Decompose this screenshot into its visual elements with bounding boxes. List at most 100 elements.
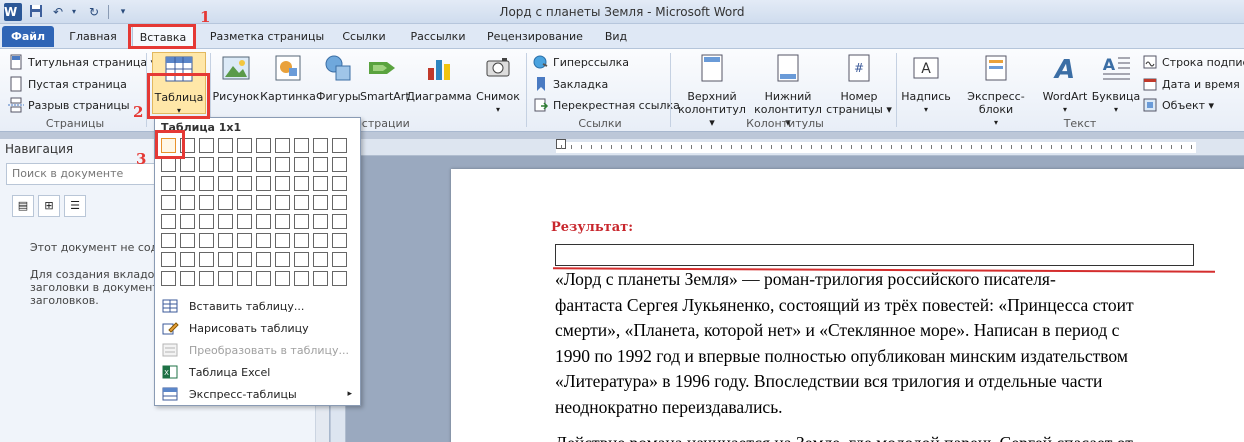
table-grid-cell[interactable]: [313, 138, 328, 153]
table-grid-cell[interactable]: [332, 252, 347, 267]
quick-parts-button[interactable]: Экспресс-блоки ▾: [952, 52, 1040, 127]
textbox-button[interactable]: A Надпись ▾: [900, 52, 952, 114]
table-grid-cell[interactable]: [161, 195, 176, 210]
table-grid-cell[interactable]: [180, 176, 195, 191]
clipart-button[interactable]: Картинка: [260, 52, 316, 114]
table-grid-cell[interactable]: [275, 176, 290, 191]
table-grid-cell[interactable]: [275, 233, 290, 248]
cross-reference-button[interactable]: Перекрестная ссылка: [533, 95, 680, 115]
table-grid-cell[interactable]: [313, 271, 328, 286]
tab-view[interactable]: Вид: [594, 26, 638, 47]
pages-tab-icon[interactable]: ⊞: [38, 195, 60, 217]
table-grid-cell[interactable]: [256, 176, 271, 191]
table-grid-cell[interactable]: [313, 176, 328, 191]
chart-button[interactable]: Диаграмма: [406, 52, 472, 114]
table-grid-cell[interactable]: [237, 233, 252, 248]
table-grid-cell[interactable]: [256, 138, 271, 153]
table-grid-cell[interactable]: [218, 271, 233, 286]
table-grid-cell[interactable]: [199, 233, 214, 248]
table-grid-cell[interactable]: [294, 214, 309, 229]
table-grid-cell[interactable]: [332, 176, 347, 191]
table-grid-cell[interactable]: [294, 271, 309, 286]
cover-page-button[interactable]: Титульная страница ▾: [8, 52, 156, 72]
table-grid-cell[interactable]: [180, 271, 195, 286]
table-grid-cell[interactable]: [237, 157, 252, 172]
horizontal-ruler[interactable]: [331, 139, 1244, 156]
table-grid-cell[interactable]: [294, 195, 309, 210]
table-grid-cell[interactable]: [256, 157, 271, 172]
table-grid-cell[interactable]: [313, 233, 328, 248]
hyperlink-button[interactable]: Гиперссылка: [533, 52, 629, 72]
table-grid-cell[interactable]: [256, 252, 271, 267]
results-tab-icon[interactable]: ☰: [64, 195, 86, 217]
table-grid-cell[interactable]: [237, 138, 252, 153]
table-grid-cell[interactable]: [218, 252, 233, 267]
table-grid-cell[interactable]: [218, 214, 233, 229]
table-grid-cell[interactable]: [275, 195, 290, 210]
table-grid-cell[interactable]: [256, 233, 271, 248]
table-grid-cell[interactable]: [199, 138, 214, 153]
table-grid-cell[interactable]: [294, 138, 309, 153]
table-grid-cell[interactable]: [332, 214, 347, 229]
table-grid-cell[interactable]: [237, 271, 252, 286]
table-grid-cell[interactable]: [313, 157, 328, 172]
table-grid-cell[interactable]: [313, 195, 328, 210]
bookmark-button[interactable]: Закладка: [533, 74, 608, 94]
page-break-button[interactable]: Разрыв страницы: [8, 95, 130, 115]
table-grid-cell[interactable]: [313, 214, 328, 229]
blank-page-button[interactable]: Пустая страница: [8, 74, 127, 94]
table-grid-cell[interactable]: [218, 138, 233, 153]
quick-tables-item[interactable]: Экспресс-таблицы ▸: [155, 383, 360, 405]
table-grid-cell[interactable]: [313, 252, 328, 267]
table-grid-cell[interactable]: [332, 195, 347, 210]
headings-tab-icon[interactable]: ▤: [12, 195, 34, 217]
table-grid-cell[interactable]: [161, 176, 176, 191]
tab-page-layout[interactable]: Разметка страницы: [202, 26, 332, 47]
table-grid-cell[interactable]: [237, 214, 252, 229]
table-grid-cell[interactable]: [275, 214, 290, 229]
table-grid-cell[interactable]: [180, 233, 195, 248]
table-grid-cell[interactable]: [332, 233, 347, 248]
table-grid-cell[interactable]: [161, 271, 176, 286]
picture-button[interactable]: Рисунок: [212, 52, 260, 114]
tab-review[interactable]: Рецензирование: [480, 26, 590, 47]
header-button[interactable]: Верхний колонтитул ▾: [676, 52, 748, 129]
insert-table-item[interactable]: Вставить таблицу...: [155, 295, 360, 317]
document-page[interactable]: Результат: «Лорд с планеты Земля» — рома…: [451, 169, 1244, 442]
excel-table-item[interactable]: X Таблица Excel: [155, 361, 360, 383]
table-grid-cell[interactable]: [275, 138, 290, 153]
table-grid-cell[interactable]: [199, 271, 214, 286]
tab-mailings[interactable]: Рассылки: [400, 26, 476, 47]
draw-table-item[interactable]: Нарисовать таблицу: [155, 317, 360, 339]
tab-home[interactable]: Главная: [62, 26, 124, 47]
shapes-button[interactable]: Фигуры: [316, 52, 361, 114]
table-grid-cell[interactable]: [161, 214, 176, 229]
table-grid-cell[interactable]: [161, 233, 176, 248]
footer-button[interactable]: Нижний колонтитул ▾: [752, 52, 824, 129]
table-grid-cell[interactable]: [199, 214, 214, 229]
table-grid-cell[interactable]: [199, 157, 214, 172]
table-grid-cell[interactable]: [256, 214, 271, 229]
table-grid-cell[interactable]: [237, 176, 252, 191]
table-grid-cell[interactable]: [256, 271, 271, 286]
table-grid-cell[interactable]: [294, 157, 309, 172]
table-grid-cell[interactable]: [294, 176, 309, 191]
object-button[interactable]: Объект ▾: [1142, 95, 1214, 115]
inserted-table-1x1[interactable]: [555, 244, 1194, 266]
table-grid-cell[interactable]: [218, 233, 233, 248]
table-grid-cell[interactable]: [332, 271, 347, 286]
table-grid-cell[interactable]: [275, 271, 290, 286]
table-grid-cell[interactable]: [237, 252, 252, 267]
table-grid-cell[interactable]: [275, 252, 290, 267]
tab-file[interactable]: Файл: [2, 26, 54, 47]
table-grid-cell[interactable]: [161, 252, 176, 267]
table-grid-cell[interactable]: [180, 195, 195, 210]
date-time-button[interactable]: Дата и время: [1142, 74, 1240, 94]
table-grid-cell[interactable]: [180, 252, 195, 267]
table-grid-cell[interactable]: [199, 252, 214, 267]
table-grid-cell[interactable]: [161, 157, 176, 172]
table-grid-cell[interactable]: [237, 195, 252, 210]
table-grid-cell[interactable]: [180, 214, 195, 229]
table-grid-cell[interactable]: [275, 157, 290, 172]
signature-line-button[interactable]: Строка подписи ▾: [1142, 52, 1244, 72]
